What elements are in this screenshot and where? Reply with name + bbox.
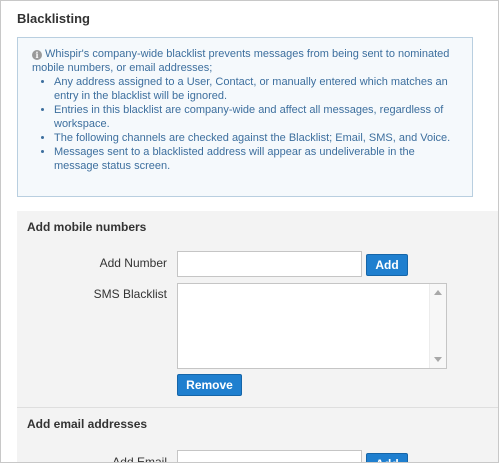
info-circle-icon: i — [32, 50, 42, 60]
page-title: Blacklisting — [17, 11, 90, 26]
info-list: Any address assigned to a User, Contact,… — [32, 75, 460, 173]
scroll-down-icon[interactable] — [434, 357, 442, 362]
add-email-label: Add Email — [112, 455, 167, 463]
mobile-numbers-section: Add mobile numbers Add Number Add SMS Bl… — [17, 211, 498, 408]
add-number-button[interactable]: Add — [366, 254, 408, 276]
email-section-heading: Add email addresses — [27, 417, 148, 431]
sms-blacklist-label: SMS Blacklist — [93, 287, 167, 301]
add-email-button[interactable]: Add — [366, 453, 408, 462]
scroll-up-icon[interactable] — [434, 290, 442, 295]
info-intro-text: Whispir's company-wide blacklist prevent… — [32, 48, 450, 74]
info-bullet: The following channels are checked again… — [54, 131, 460, 145]
scrollbar[interactable] — [429, 284, 446, 368]
info-bullet: Messages sent to a blacklisted address w… — [54, 145, 460, 173]
mobile-section-heading: Add mobile numbers — [27, 220, 147, 234]
info-bullet: Entries in this blacklist are company-wi… — [54, 103, 460, 131]
remove-button[interactable]: Remove — [177, 374, 242, 396]
info-bullet: Any address assigned to a User, Contact,… — [54, 75, 460, 103]
email-addresses-section: Add email addresses Add Email Add — [17, 408, 498, 463]
add-email-input[interactable] — [177, 450, 362, 462]
blacklisting-panel: Blacklisting i Whispir's company-wide bla… — [0, 0, 499, 463]
add-number-label: Add Number — [99, 256, 167, 270]
info-intro: i Whispir's company-wide blacklist preven… — [32, 47, 460, 75]
sms-blacklist-textarea[interactable] — [177, 283, 447, 369]
info-box: i Whispir's company-wide blacklist preven… — [17, 37, 473, 197]
add-number-input[interactable] — [177, 251, 362, 277]
